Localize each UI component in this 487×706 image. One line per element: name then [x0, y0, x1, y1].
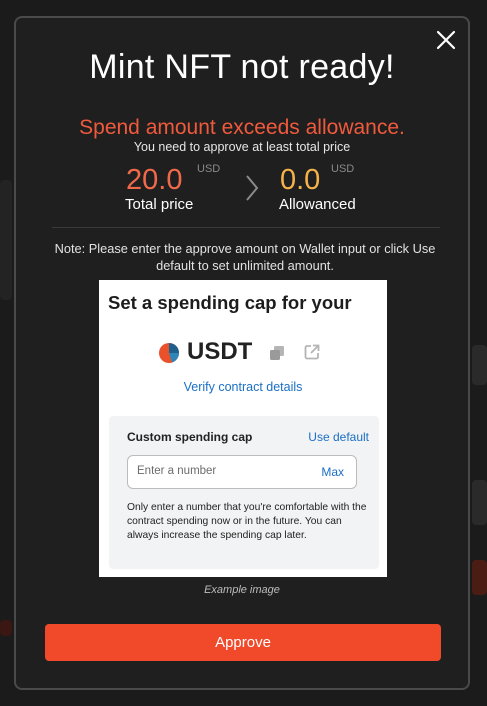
- background-element: [472, 345, 487, 385]
- max-link: Max: [321, 465, 344, 479]
- spending-cap-input: Enter a number Max: [127, 455, 357, 489]
- error-message: Spend amount exceeds allowance.: [79, 116, 405, 139]
- allowance-label: Allowanced: [279, 196, 356, 213]
- total-price-value: 20.0: [126, 164, 183, 196]
- verify-contract-link: Verify contract details: [183, 380, 303, 394]
- mint-not-ready-modal: Mint NFT not ready! Spend amount exceeds…: [14, 16, 470, 690]
- token-header: USDT: [99, 338, 387, 368]
- input-placeholder: Enter a number: [137, 465, 217, 477]
- allowance-unit: USD: [331, 163, 355, 175]
- example-image: Set a spending cap for your USDT Verify …: [99, 280, 387, 577]
- token-logo-icon: [159, 343, 179, 363]
- spending-cap-label: Custom spending cap: [127, 430, 253, 444]
- approve-button[interactable]: Approve: [45, 624, 441, 661]
- example-title: Set a spending cap for your: [108, 292, 352, 313]
- modal-title: Mint NFT not ready!: [89, 48, 395, 86]
- spending-cap-box: Custom spending cap Use default Enter a …: [109, 416, 379, 569]
- background-element: [472, 560, 487, 595]
- copy-icon: [270, 346, 284, 360]
- token-name: USDT: [187, 338, 253, 365]
- error-subtext: You need to approve at least total price: [133, 140, 351, 154]
- allowance: 0.0 USD Allowanced: [279, 163, 356, 213]
- total-price: 20.0 USD Total price: [125, 163, 220, 213]
- chevron-right-icon: [246, 175, 259, 201]
- divider: [52, 227, 440, 228]
- background-element: [0, 620, 12, 636]
- allowance-value: 0.0: [280, 164, 321, 196]
- background-element: [472, 480, 487, 525]
- background-element: [0, 180, 12, 300]
- total-price-label: Total price: [125, 196, 194, 213]
- total-price-unit: USD: [197, 163, 221, 175]
- spending-cap-help-text: Only enter a number that you're comforta…: [127, 502, 367, 542]
- approval-note: Note: Please enter the approve amount on…: [54, 241, 436, 273]
- amount-comparison: 20.0 USD Total price 0.0 USD Allowanced: [16, 163, 468, 215]
- external-link-icon: [304, 344, 320, 360]
- example-caption: Example image: [204, 584, 280, 596]
- use-default-link: Use default: [308, 430, 369, 444]
